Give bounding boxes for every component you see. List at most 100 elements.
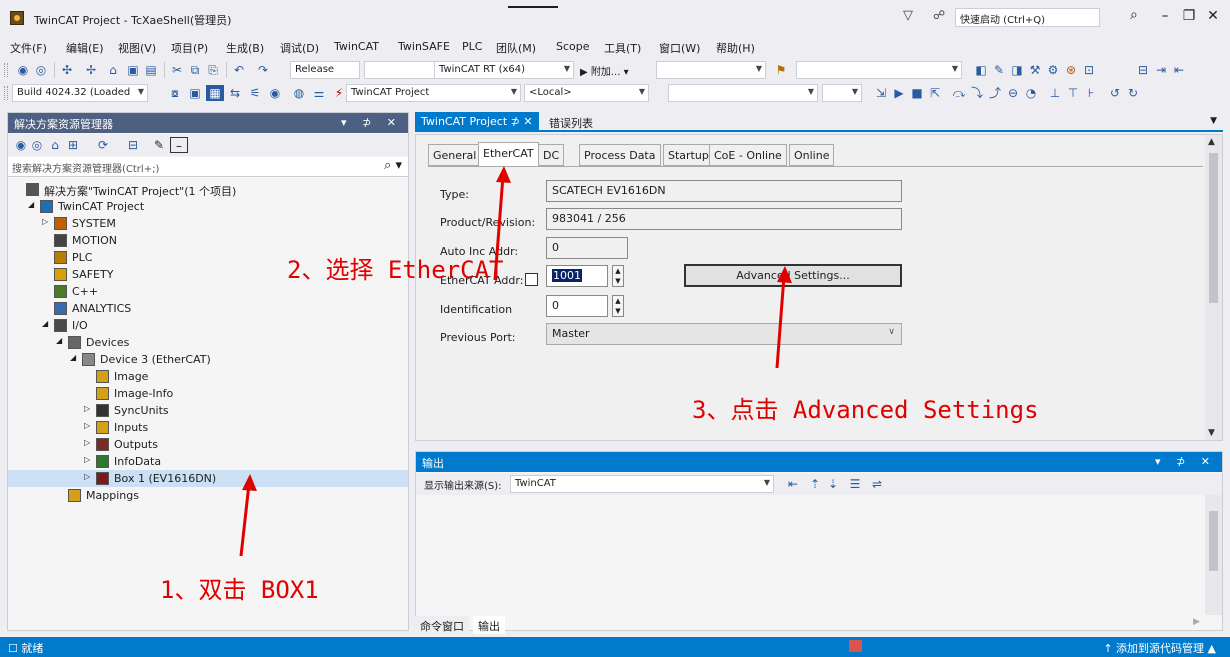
add-to-source-control[interactable]: ↑ 添加到源代码管理 ▲ <box>1103 640 1216 656</box>
tree-node[interactable]: ▷ Outputs <box>8 436 408 453</box>
output-text-area[interactable] <box>416 495 1222 615</box>
search-icon[interactable]: ⌕ <box>1130 7 1138 23</box>
copy-icon[interactable]: ⧉ <box>186 62 204 78</box>
collapse-icon[interactable]: ◢ <box>42 319 52 328</box>
find-icon[interactable]: ⚑ <box>772 62 790 78</box>
tab-command-window[interactable]: 命令窗口 <box>415 616 469 634</box>
collapse-icon[interactable]: ◢ <box>56 336 66 345</box>
tree-node[interactable]: ANALYTICS <box>8 300 408 317</box>
menu-plc[interactable]: PLC <box>462 40 482 53</box>
pin-icon[interactable]: ⊅ <box>511 115 520 128</box>
step-out-icon[interactable]: ⤴ <box>986 85 1004 101</box>
project-combo[interactable]: TwinCAT Project ▼ <box>346 84 521 102</box>
tab-general[interactable]: General <box>428 144 482 166</box>
menu-build[interactable]: 生成(B) <box>226 40 264 56</box>
restart-icon[interactable]: ⚒ <box>1026 62 1044 78</box>
config-mode-icon[interactable]: ⚟ <box>246 85 264 101</box>
tree-node[interactable]: ▷ SYSTEM <box>8 215 408 232</box>
build-version-combo[interactable]: Build 4024.32 (Loaded ▼ <box>12 84 148 102</box>
close-tab-icon[interactable]: ✕ <box>523 115 532 128</box>
paste-icon[interactable]: ⎘ <box>204 62 222 78</box>
open-icon[interactable]: ⌂ <box>104 62 122 78</box>
output-vertical-scrollbar[interactable] <box>1205 495 1222 615</box>
tab-online[interactable]: Online <box>789 144 835 166</box>
scroll-down-icon[interactable]: ▼ <box>1208 428 1215 438</box>
restart-twincat-icon[interactable]: ⇆ <box>226 85 244 101</box>
tab-dc[interactable]: DC <box>538 144 565 166</box>
add-item-icon[interactable]: ✢ <box>82 62 100 78</box>
configuration-combo[interactable]: Release <box>290 61 360 79</box>
write-values-icon[interactable]: ⊥ <box>1046 85 1064 101</box>
expand-icon[interactable]: ▷ <box>84 455 94 464</box>
editor-scrollbar[interactable]: ▲ ▼ <box>1205 135 1222 440</box>
ethercat-addr-spinner[interactable]: ▲ ▼ <box>612 265 624 287</box>
run-mode-icon[interactable]: ⚙ <box>1044 62 1062 78</box>
expand-icon[interactable]: ▷ <box>84 404 94 413</box>
search-combo[interactable]: ▼ <box>796 61 962 79</box>
tree-node[interactable]: ▷ InfoData <box>8 453 408 470</box>
unforce-icon[interactable]: ⊦ <box>1082 85 1100 101</box>
activate-icon[interactable]: ◨ <box>1008 62 1026 78</box>
attach-button[interactable]: ▶ 附加... ▾ <box>580 63 629 78</box>
menu-edit[interactable]: 编辑(E) <box>66 40 104 56</box>
tree-node[interactable]: ◢ Devices <box>8 334 408 351</box>
menu-window[interactable]: 窗口(W) <box>659 40 700 56</box>
switch-views-icon[interactable]: ⊞ <box>64 137 82 153</box>
plc-instance-combo[interactable]: ▼ <box>822 84 862 102</box>
next-message-icon[interactable]: ⇣ <box>824 476 842 492</box>
tree-node[interactable]: ◢ TwinCAT Project <box>8 198 408 215</box>
tab-output[interactable]: 输出 <box>473 616 505 634</box>
tree-node[interactable]: ◢ Device 3 (EtherCAT) <box>8 351 408 368</box>
tree-node[interactable]: Image-Info <box>8 385 408 402</box>
tree-node[interactable]: 解决方案"TwinCAT Project"(1 个项目) <box>8 181 408 198</box>
new-scope-icon[interactable]: ⧇ <box>166 85 184 101</box>
undo-online-icon[interactable]: ↺ <box>1106 85 1124 101</box>
tree-node[interactable]: MOTION <box>8 232 408 249</box>
start-icon[interactable]: ▶ <box>890 85 908 101</box>
tree-node[interactable]: C++ <box>8 283 408 300</box>
quick-launch-input[interactable]: 快速启动 (Ctrl+Q) <box>955 8 1100 27</box>
login-icon[interactable]: ⇲ <box>872 85 890 101</box>
config-icon[interactable]: ✎ <box>990 62 1008 78</box>
tree-node[interactable]: ◢ I/O <box>8 317 408 334</box>
outdent-icon[interactable]: ⇤ <box>1170 62 1188 78</box>
choose-target-icon[interactable]: ▣ <box>186 85 204 101</box>
plc-project-combo[interactable]: ▼ <box>668 84 818 102</box>
activate-config-icon[interactable]: ▦ <box>206 85 224 101</box>
menu-view[interactable]: 视图(V) <box>118 40 156 56</box>
tab-error-list[interactable]: 错误列表 <box>543 112 599 132</box>
attach-target-combo[interactable]: ▼ <box>656 61 766 79</box>
scroll-thumb[interactable] <box>1209 511 1218 571</box>
tab-process-data[interactable]: Process Data <box>579 144 661 166</box>
toolbar-grip[interactable] <box>4 63 8 77</box>
error-indicator-icon[interactable] <box>849 640 862 652</box>
platform-combo[interactable]: TwinCAT RT (x64) ▼ <box>434 61 574 79</box>
align-left-icon[interactable]: ⊟ <box>1134 62 1152 78</box>
preview-icon[interactable]: – <box>170 137 188 153</box>
output-source-combo[interactable]: TwinCAT ▼ <box>510 475 774 493</box>
target-system-combo[interactable]: <Local> ▼ <box>524 84 649 102</box>
collapse-icon[interactable]: ◢ <box>70 353 80 362</box>
load-icon[interactable]: ◉ <box>266 85 284 101</box>
save-icon[interactable]: ▣ <box>124 62 142 78</box>
toggle-icon[interactable]: ⊛ <box>1062 62 1080 78</box>
window-icon[interactable]: ⊡ <box>1080 62 1098 78</box>
save-all-icon[interactable]: ▤ <box>142 62 160 78</box>
previous-port-combo[interactable]: Master ∨ <box>546 323 902 345</box>
indent-icon[interactable]: ⇥ <box>1152 62 1170 78</box>
word-wrap-icon[interactable]: ⇌ <box>868 476 886 492</box>
expand-icon[interactable]: ▷ <box>42 217 52 226</box>
menu-tools[interactable]: 工具(T) <box>604 40 641 56</box>
show-online-icon[interactable]: ⚌ <box>310 85 328 101</box>
menu-debug[interactable]: 调试(D) <box>280 40 319 56</box>
menu-help[interactable]: 帮助(H) <box>716 40 755 56</box>
menu-twinsafe[interactable]: TwinSAFE <box>398 40 450 53</box>
prev-message-icon[interactable]: ⇡ <box>806 476 824 492</box>
tab-startup[interactable]: Startup <box>663 144 714 166</box>
flow-icon[interactable]: ◔ <box>1022 85 1040 101</box>
collapse-all-icon[interactable]: ⊟ <box>124 137 142 153</box>
tree-node[interactable]: ▷ SyncUnits <box>8 402 408 419</box>
forward-icon[interactable]: ◎ <box>32 62 50 78</box>
feedback-icon[interactable]: ☍ <box>933 8 945 22</box>
panel-tools[interactable]: ▾ ⊅ ✕ <box>1155 455 1216 468</box>
